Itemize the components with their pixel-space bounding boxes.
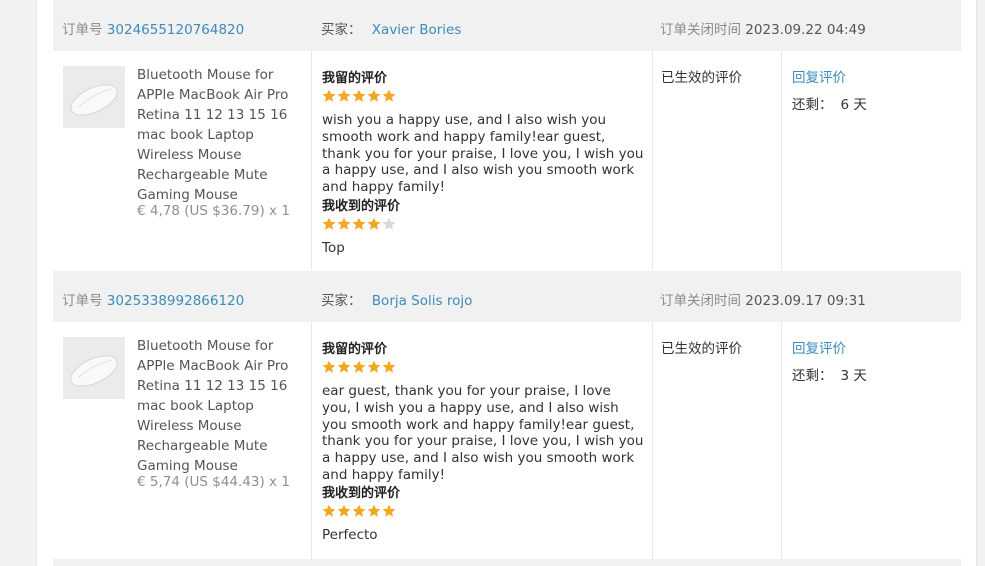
received-review-title: 我收到的评价 <box>322 486 401 501</box>
star-filled-icon <box>322 504 336 517</box>
product-column: Bluetooth Mouse for APPle MacBook Air Pr… <box>53 51 311 270</box>
review-column: 我留的评价 ear guest, thank you for your prai… <box>311 322 653 560</box>
remaining-time: 还剩： 6 天 <box>792 93 867 113</box>
star-filled-icon <box>382 360 396 373</box>
order-number-group: 订单号 3024655120764820 <box>62 18 244 38</box>
next-order-header <box>53 559 961 566</box>
order-number-link[interactable]: 3025338992866120 <box>107 293 244 309</box>
remaining-days: 6 <box>840 97 850 113</box>
action-column: 回复评价 还剩： 6 天 <box>781 51 961 270</box>
star-filled-icon <box>382 89 396 102</box>
star-filled-icon <box>352 89 366 102</box>
buyer-group: 买家： Xavier Bories <box>321 18 461 38</box>
star-filled-icon <box>367 504 381 517</box>
star-filled-icon <box>352 217 366 230</box>
star-filled-icon <box>322 217 336 230</box>
product-title-link[interactable]: Bluetooth Mouse for APPle MacBook Air Pr… <box>137 65 309 205</box>
review-status: 已生效的评价 <box>661 70 742 86</box>
order-card: 订单号 3025338992866120 买家： Borja Solis roj… <box>53 271 961 566</box>
order-body: Bluetooth Mouse for APPle MacBook Air Pr… <box>53 322 961 560</box>
review-status: 已生效的评价 <box>661 341 742 357</box>
order-header: 订单号 3024655120764820 买家： Xavier Bories 订… <box>53 0 961 51</box>
reply-review-link[interactable]: 回复评价 <box>792 337 846 357</box>
buyer-label: 买家： <box>321 22 362 38</box>
buyer-name-link[interactable]: Xavier Bories <box>372 22 462 38</box>
product-price: € 4,78 (US $36.79) x 1 <box>137 203 290 219</box>
product-title-link[interactable]: Bluetooth Mouse for APPle MacBook Air Pr… <box>137 336 309 476</box>
status-column: 已生效的评价 <box>651 51 782 270</box>
action-column: 回复评价 还剩： 3 天 <box>781 322 961 560</box>
close-time-label: 订单关闭时间 <box>660 22 741 38</box>
star-filled-icon <box>367 360 381 373</box>
mouse-image-icon <box>64 67 124 127</box>
received-review-stars <box>322 504 397 518</box>
close-time-value: 2023.09.22 04:49 <box>745 22 866 38</box>
my-review-text: ear guest, thank you for your praise, I … <box>322 383 644 483</box>
close-time-group: 订单关闭时间 2023.09.17 09:31 <box>660 289 866 309</box>
my-review-stars <box>322 89 397 103</box>
product-price: € 5,74 (US $44.43) x 1 <box>137 474 290 490</box>
close-time-group: 订单关闭时间 2023.09.22 04:49 <box>660 18 866 38</box>
received-review-stars <box>322 217 397 231</box>
star-filled-icon <box>337 89 351 102</box>
product-thumbnail[interactable] <box>63 66 125 128</box>
order-header: 订单号 3025338992866120 买家： Borja Solis roj… <box>53 271 961 322</box>
buyer-group: 买家： Borja Solis rojo <box>321 289 472 309</box>
remaining-days: 3 <box>840 368 850 384</box>
star-filled-icon <box>352 360 366 373</box>
star-filled-icon <box>322 89 336 102</box>
product-column: Bluetooth Mouse for APPle MacBook Air Pr… <box>53 322 311 560</box>
close-time-value: 2023.09.17 09:31 <box>745 293 866 309</box>
received-review-title: 我收到的评价 <box>322 199 401 214</box>
product-thumbnail[interactable] <box>63 337 125 399</box>
my-review-stars <box>322 360 397 374</box>
buyer-name-link[interactable]: Borja Solis rojo <box>372 293 473 309</box>
buyer-label: 买家： <box>321 293 362 309</box>
star-filled-icon <box>382 504 396 517</box>
remaining-label: 还剩： <box>792 368 833 384</box>
close-time-label: 订单关闭时间 <box>660 293 741 309</box>
star-filled-icon <box>367 217 381 230</box>
remaining-time: 还剩： 3 天 <box>792 364 867 384</box>
star-filled-icon <box>367 89 381 102</box>
order-body: Bluetooth Mouse for APPle MacBook Air Pr… <box>53 51 961 270</box>
my-review-text: wish you a happy use, and I also wish yo… <box>322 112 644 196</box>
reviews-page: 订单号 3024655120764820 买家： Xavier Bories 订… <box>36 0 977 566</box>
received-review-text: Perfecto <box>322 527 378 543</box>
reply-review-link[interactable]: 回复评价 <box>792 66 846 86</box>
star-empty-icon <box>382 217 396 230</box>
received-review-text: Top <box>322 240 345 256</box>
order-card: 订单号 3024655120764820 买家： Xavier Bories 订… <box>53 0 961 270</box>
my-review-title: 我留的评价 <box>322 71 388 86</box>
order-number-group: 订单号 3025338992866120 <box>62 289 244 309</box>
days-unit: 天 <box>853 97 867 113</box>
order-number-label: 订单号 <box>62 22 103 38</box>
remaining-label: 还剩： <box>792 97 833 113</box>
review-column: 我留的评价 wish you a happy use, and I also w… <box>311 51 653 270</box>
star-filled-icon <box>352 504 366 517</box>
my-review-title: 我留的评价 <box>322 342 388 357</box>
days-unit: 天 <box>853 368 867 384</box>
mouse-image-icon <box>64 338 124 398</box>
star-filled-icon <box>322 360 336 373</box>
star-filled-icon <box>337 217 351 230</box>
order-number-label: 订单号 <box>62 293 103 309</box>
status-column: 已生效的评价 <box>651 322 782 560</box>
star-filled-icon <box>337 504 351 517</box>
order-number-link[interactable]: 3024655120764820 <box>107 22 244 38</box>
star-filled-icon <box>337 360 351 373</box>
